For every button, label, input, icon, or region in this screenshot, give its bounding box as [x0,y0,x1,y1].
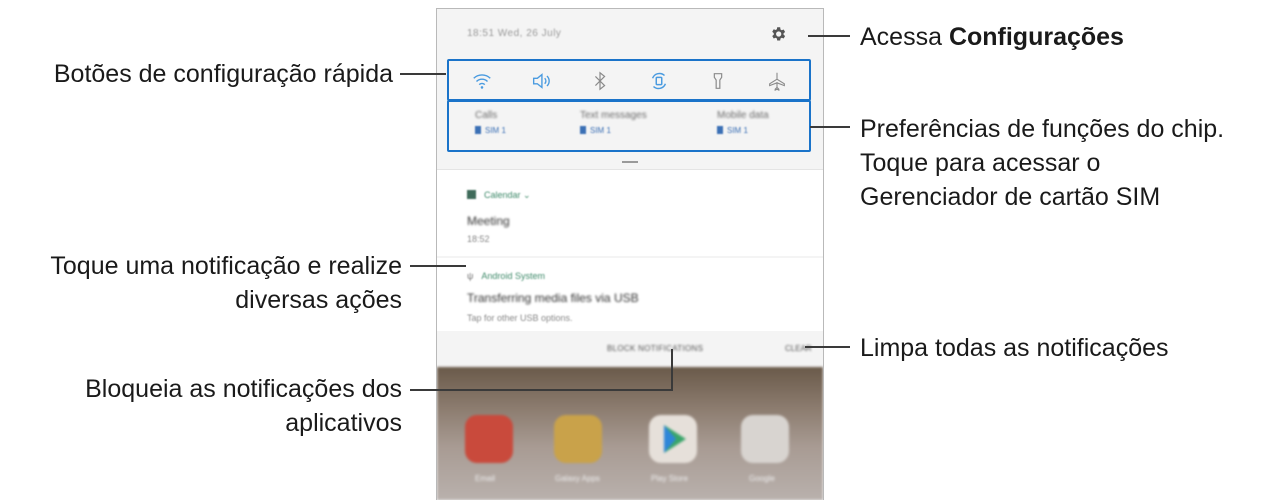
callout-block-line2: aplicativos [285,409,402,437]
sim-pref-value: SIM 1 [475,126,506,135]
sim-card-icon [475,126,481,134]
flashlight-icon[interactable] [707,70,729,92]
notification-app: ψ Android System [467,271,545,281]
callout-quick-settings: Botões de configuração rápida [53,60,393,88]
calendar-icon [467,190,476,199]
callout-settings: Acessa Configurações [860,23,1124,51]
sim-pref-title: Text messages [580,110,647,121]
sound-icon[interactable] [530,70,552,92]
callout-line-notification [410,265,466,267]
panel-handle[interactable] [622,161,638,163]
home-screen: Email Galaxy Apps Play Store Google [437,367,823,500]
app-label: Google [749,474,775,483]
app-label: Play Store [651,474,688,483]
notification-panel: 18:51 Wed, 26 July Calls SIM 1 Text mess… [436,8,824,500]
callout-sim-line1: Preferências de funções do chip. [860,115,1225,143]
status-datetime: 18:51 Wed, 26 July [467,28,562,39]
notification-calendar[interactable]: Calendar ⌄ Meeting 18:52 [437,169,823,256]
callout-notification-line2: diversas ações [235,286,402,314]
sim-pref-value: SIM 1 [580,126,647,135]
callout-line-block [410,389,673,391]
callout-sim-line2: Toque para acessar o [860,149,1101,177]
block-notifications-button[interactable]: BLOCK NOTIFICATIONS [607,344,703,353]
quick-settings-bar [447,59,811,101]
sim-pref-value: SIM 1 [717,126,769,135]
callout-clear: Limpa todas as notificações [860,334,1169,362]
bluetooth-icon[interactable] [589,70,611,92]
callout-line-settings [808,35,850,37]
notification-time: 18:52 [467,234,490,244]
usb-icon: ψ [467,271,474,281]
callout-line-sim [810,126,850,128]
notification-title: Meeting [467,214,510,228]
sim-pref-title: Mobile data [717,110,769,121]
app-label: Galaxy Apps [555,474,600,483]
sim-preferences[interactable]: Calls SIM 1 Text messages SIM 1 Mobile d… [447,100,811,152]
callout-line-clear [805,346,850,348]
notification-app: Calendar ⌄ [467,190,531,201]
sim-card-icon [717,126,723,134]
sim-pref-mobile-data[interactable]: Mobile data SIM 1 [717,110,769,135]
google-folder-icon[interactable] [741,415,789,463]
notification-actions: BLOCK NOTIFICATIONS CLEAR [437,331,823,367]
notification-title: Transferring media files via USB [467,291,639,305]
callout-block-line1: Bloqueia as notificações dos [85,375,402,403]
callout-line-quick [400,73,446,75]
callout-sim-line3: Gerenciador de cartão SIM [860,183,1161,211]
notification-usb[interactable]: ψ Android System Transferring media files… [437,258,823,331]
gear-icon[interactable] [769,25,787,43]
callout-notification-line1: Toque uma notificação e realize [50,252,402,280]
sim-pref-title: Calls [475,110,498,121]
galaxy-apps-icon[interactable] [554,415,602,463]
notification-text: Tap for other USB options. [467,313,573,323]
sim-pref-calls[interactable]: Calls SIM 1 [475,110,506,135]
email-icon[interactable] [465,415,513,463]
auto-rotate-icon[interactable] [648,70,670,92]
sim-pref-text-messages[interactable]: Text messages SIM 1 [580,110,647,135]
app-label: Email [475,474,496,483]
wifi-icon[interactable] [471,70,493,92]
status-bar: 18:51 Wed, 26 July [437,9,823,59]
sim-card-icon [580,126,586,134]
airplane-mode-icon[interactable] [766,70,788,92]
play-store-icon[interactable] [649,415,697,463]
callout-line-block-vertical [671,349,673,391]
